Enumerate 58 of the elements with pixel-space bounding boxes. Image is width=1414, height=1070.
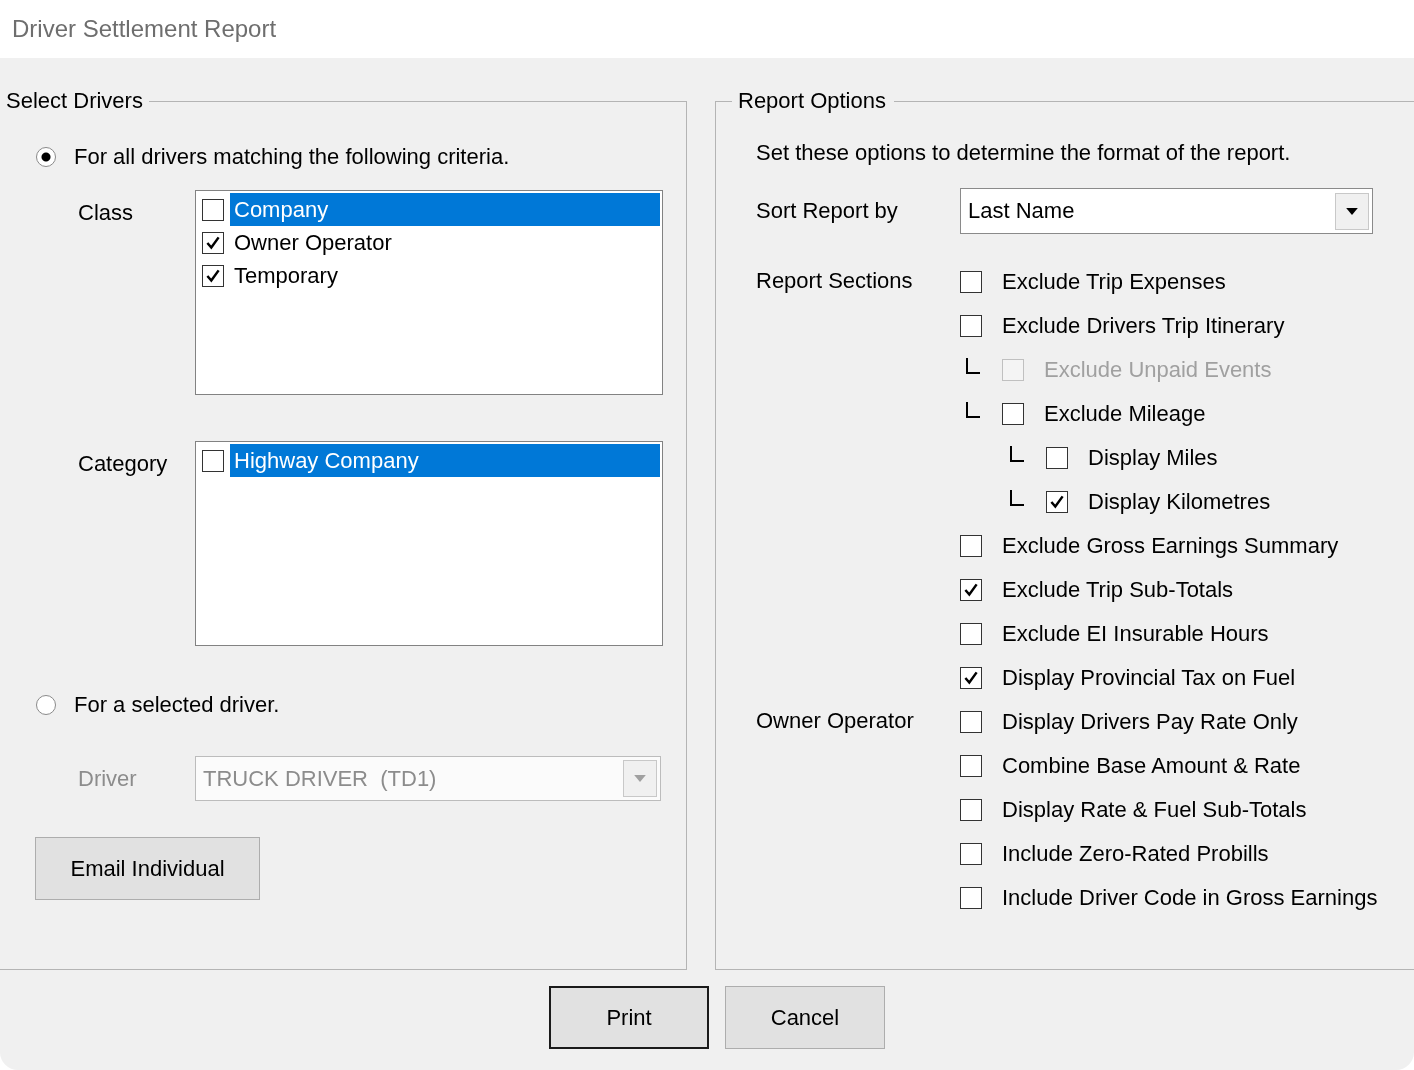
instruction-text: Set these options to determine the format of the report.: [756, 140, 1292, 166]
field-label: Driver: [78, 765, 138, 793]
checkbox[interactable]: [202, 231, 224, 254]
checkbox-label[interactable]: Include Zero-Rated Probills: [1002, 841, 1269, 867]
checkbox-label[interactable]: Exclude Gross Earnings Summary: [1002, 533, 1339, 559]
list-item[interactable]: Owner Operator: [230, 226, 660, 259]
checkbox[interactable]: [960, 271, 982, 293]
checkbox[interactable]: [1046, 447, 1068, 469]
email-individual-button[interactable]: Email Individual: [35, 837, 260, 900]
checkbox-label[interactable]: Exclude Trip Expenses: [1002, 269, 1226, 295]
checkbox[interactable]: [202, 449, 224, 472]
checkbox[interactable]: [202, 264, 224, 287]
field-label: Class: [78, 199, 134, 227]
checkbox-label[interactable]: Exclude Trip Sub-Totals: [1002, 577, 1234, 603]
checkbox-label[interactable]: Exclude Drivers Trip Itinerary: [1002, 313, 1285, 339]
checkbox-label[interactable]: Include Driver Code in Gross Earnings: [1002, 885, 1378, 911]
checkbox-label[interactable]: Combine Base Amount & Rate: [1002, 753, 1301, 779]
checkbox[interactable]: [960, 755, 982, 777]
checkbox-label[interactable]: Display Miles: [1088, 445, 1218, 471]
group-title: Select Drivers: [5, 88, 144, 114]
checkbox-label[interactable]: Display Provincial Tax on Fuel: [1002, 665, 1296, 691]
checkbox[interactable]: [202, 198, 224, 221]
checkbox-label[interactable]: Exclude EI Insurable Hours: [1002, 621, 1269, 647]
radio-label[interactable]: For all drivers matching the following criteria.: [74, 144, 510, 170]
checkbox[interactable]: [960, 535, 982, 557]
checkbox[interactable]: [960, 667, 982, 689]
checkbox[interactable]: [960, 623, 982, 645]
cancel-button[interactable]: Cancel: [725, 986, 885, 1049]
radio-button[interactable]: [36, 147, 56, 167]
checkbox[interactable]: [1046, 491, 1068, 513]
checkbox-label[interactable]: Display Kilometres: [1088, 489, 1271, 515]
field-label: Category: [78, 450, 169, 478]
section-label: Owner Operator: [756, 707, 915, 735]
list-item[interactable]: Company: [230, 193, 660, 226]
field-label: Sort Report by: [756, 197, 899, 225]
checkbox[interactable]: [960, 711, 982, 733]
section-label: Report Sections: [756, 267, 914, 295]
checkbox[interactable]: [960, 315, 982, 337]
checkbox-label[interactable]: Display Rate & Fuel Sub-Totals: [1002, 797, 1307, 823]
sort-dropdown[interactable]: Last Name: [960, 188, 1373, 234]
tree-connector-icon: [966, 402, 980, 418]
print-button[interactable]: Print: [549, 986, 709, 1049]
checkbox-label[interactable]: Display Drivers Pay Rate Only: [1002, 709, 1298, 735]
checkbox-label[interactable]: Exclude Mileage: [1044, 401, 1206, 427]
window-title: Driver Settlement Report: [12, 15, 277, 43]
list-item[interactable]: Temporary: [230, 259, 660, 292]
checkbox[interactable]: [960, 579, 982, 601]
tree-connector-icon: [966, 358, 980, 374]
checkbox[interactable]: [960, 843, 982, 865]
radio-label[interactable]: For a selected driver.: [74, 692, 280, 718]
radio-button[interactable]: [36, 695, 56, 715]
checkbox[interactable]: [960, 799, 982, 821]
checkbox[interactable]: [960, 887, 982, 909]
checkbox[interactable]: [1002, 403, 1024, 425]
tree-connector-icon: [1010, 446, 1024, 462]
list-item[interactable]: Highway Company: [230, 444, 660, 477]
tree-connector-icon: [1010, 490, 1024, 506]
group-title: Report Options: [737, 88, 887, 114]
